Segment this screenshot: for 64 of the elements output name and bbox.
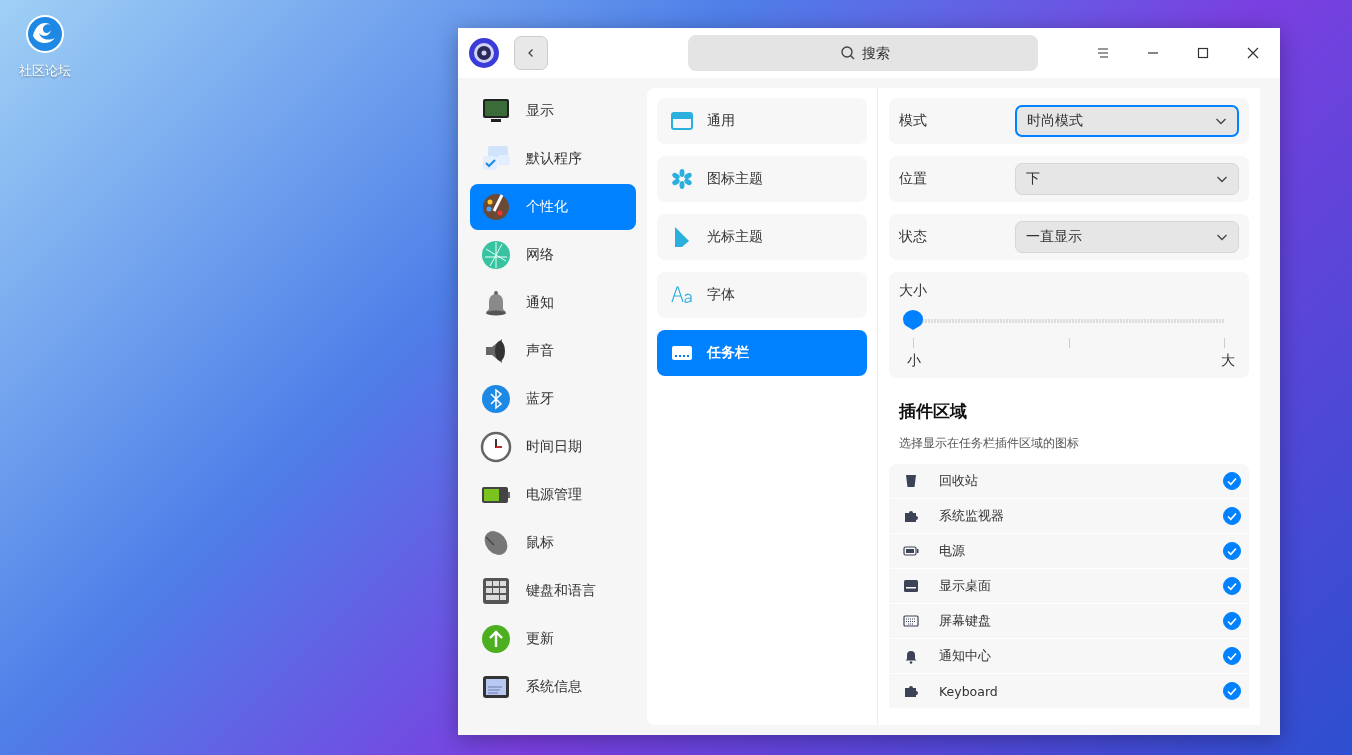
clock-icon — [480, 431, 512, 463]
menu-icon[interactable] — [1096, 46, 1110, 60]
sidebar-item[interactable]: 时间日期 — [470, 424, 636, 470]
globe-icon — [480, 239, 512, 271]
swirl-logo-icon — [25, 14, 65, 54]
plugin-label: Keyboard — [939, 683, 999, 699]
checkbox[interactable] — [1223, 577, 1241, 595]
sidebar-item[interactable]: 显示 — [470, 88, 636, 134]
category-item[interactable]: 通用 — [657, 98, 867, 144]
dropdown[interactable]: 下 — [1015, 163, 1239, 195]
checkbox[interactable] — [1223, 682, 1241, 700]
category-item[interactable]: 图标主题 — [657, 156, 867, 202]
setting-label: 大小 — [899, 282, 928, 300]
category-item[interactable]: 任务栏 — [657, 330, 867, 376]
sidebar-item[interactable]: 网络 — [470, 232, 636, 278]
slider-thumb[interactable] — [903, 310, 923, 330]
sidebar-item[interactable]: 默认程序 — [470, 136, 636, 182]
sidebar-item[interactable]: 声音 — [470, 328, 636, 374]
plugin-label: 通知中心 — [939, 647, 992, 665]
maximize-icon[interactable] — [1196, 46, 1210, 60]
sidebar-item[interactable]: 鼠标 — [470, 520, 636, 566]
setting-label: 模式 — [899, 112, 928, 130]
battery-icon — [903, 543, 919, 559]
checkbox[interactable] — [1223, 507, 1241, 525]
section-title: 插件区域 — [899, 400, 968, 423]
palette-icon — [480, 191, 512, 223]
font-icon — [671, 284, 693, 306]
plugin-label: 电源 — [939, 542, 966, 560]
trash-icon — [903, 473, 919, 489]
section-description: 选择显示在任务栏插件区域的图标 — [899, 435, 1080, 452]
dropdown[interactable]: 一直显示 — [1015, 221, 1239, 253]
dropdown[interactable]: 时尚模式 — [1015, 105, 1239, 137]
bluetooth-icon — [480, 383, 512, 415]
bell-icon — [903, 648, 919, 664]
plugin-label: 系统监视器 — [939, 507, 1005, 525]
checkbox[interactable] — [1223, 542, 1241, 560]
checkbox[interactable] — [1223, 647, 1241, 665]
sidebar-item[interactable]: 系统信息 — [470, 664, 636, 710]
slider-min-label: 小 — [907, 352, 921, 370]
search-field[interactable]: 搜索 — [688, 35, 1038, 71]
sidebar-item[interactable]: 蓝牙 — [470, 376, 636, 422]
desktop-icon — [903, 578, 919, 594]
sidebar-item[interactable]: 个性化 — [470, 184, 636, 230]
checkbox[interactable] — [1223, 472, 1241, 490]
sidebar-item[interactable]: 电源管理 — [470, 472, 636, 518]
setting-label: 位置 — [899, 170, 928, 188]
category-item[interactable]: 光标主题 — [657, 214, 867, 260]
plugin-label: 屏幕键盘 — [939, 612, 992, 630]
keyboard-icon — [480, 575, 512, 607]
puzzle-icon — [903, 508, 919, 524]
keyboard-icon — [903, 613, 919, 629]
close-icon[interactable] — [1246, 46, 1260, 60]
window-icon — [671, 110, 693, 132]
category-item[interactable]: 字体 — [657, 272, 867, 318]
sidebar-item[interactable]: 更新 — [470, 616, 636, 662]
setting-label: 状态 — [899, 228, 928, 246]
sidebar-item[interactable]: 通知 — [470, 280, 636, 326]
checkbox[interactable] — [1223, 612, 1241, 630]
plugin-label: 显示桌面 — [939, 577, 992, 595]
slider-max-label: 大 — [1221, 352, 1235, 370]
plugin-label: 回收站 — [939, 472, 979, 490]
sidebar-item[interactable]: 键盘和语言 — [470, 568, 636, 614]
puzzle-icon — [903, 683, 919, 699]
snowflake-icon — [671, 168, 693, 190]
